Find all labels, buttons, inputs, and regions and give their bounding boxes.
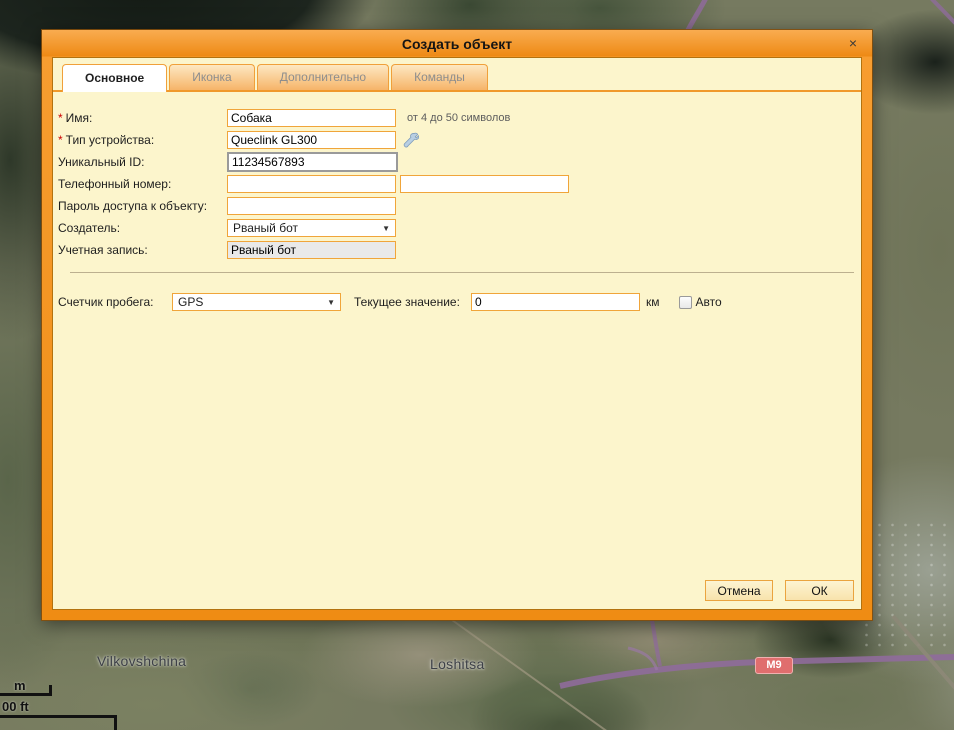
- required-asterisk: *: [58, 111, 63, 125]
- chevron-down-icon: ▼: [327, 298, 335, 307]
- auto-checkbox-label: Авто: [696, 295, 722, 309]
- km-unit-label: км: [646, 295, 660, 309]
- auto-checkbox[interactable]: [679, 296, 692, 309]
- dialog-title: Создать объект: [402, 36, 512, 52]
- dialog-titlebar[interactable]: Создать объект ×: [42, 30, 872, 57]
- dialog-body: Основное Иконка Дополнительно Команды *И…: [52, 57, 862, 610]
- name-label-text: Имя:: [66, 111, 93, 125]
- unique-id-label: Уникальный ID:: [58, 155, 227, 169]
- tab-additional[interactable]: Дополнительно: [257, 64, 389, 90]
- account-field: [227, 241, 396, 259]
- tab-commands[interactable]: Команды: [391, 64, 488, 90]
- current-value-label: Текущее значение:: [354, 295, 471, 309]
- device-type-row: *Тип устройства:: [58, 130, 861, 150]
- name-row: *Имя: от 4 до 50 символов: [58, 108, 861, 128]
- tab-bar: Основное Иконка Дополнительно Команды: [53, 58, 861, 92]
- phone-label: Телефонный номер:: [58, 177, 227, 191]
- map-label-loshitsa: Loshitsa: [430, 656, 485, 672]
- phone-input-1[interactable]: [227, 175, 396, 193]
- name-hint: от 4 до 50 символов: [407, 112, 510, 124]
- tab-icon[interactable]: Иконка: [169, 64, 255, 90]
- device-type-input[interactable]: [227, 131, 396, 149]
- create-object-dialog: Создать объект × Основное Иконка Дополни…: [42, 30, 872, 620]
- main-form: *Имя: от 4 до 50 символов *Тип устройств…: [53, 92, 861, 312]
- phone-input-2[interactable]: [400, 175, 569, 193]
- account-label: Учетная запись:: [58, 243, 227, 257]
- wrench-icon[interactable]: [402, 132, 419, 149]
- required-asterisk: *: [58, 133, 63, 147]
- creator-label: Создатель:: [58, 221, 227, 235]
- name-label: *Имя:: [58, 111, 227, 125]
- scale-imperial-line: [0, 715, 117, 718]
- current-value-input[interactable]: [471, 293, 640, 311]
- map-scale-bar: m 00 ft: [0, 678, 130, 730]
- chevron-down-icon: ▼: [382, 224, 390, 233]
- password-label: Пароль доступа к объекту:: [58, 199, 227, 213]
- mileage-counter-label: Счетчик пробега:: [58, 295, 172, 309]
- unique-id-input[interactable]: [227, 152, 398, 172]
- scale-metric-line: [0, 693, 52, 696]
- creator-row: Создатель: Рваный бот ▼: [58, 218, 861, 238]
- mileage-counter-select[interactable]: GPS ▼: [172, 293, 341, 311]
- phone-row: Телефонный номер:: [58, 174, 861, 194]
- creator-select-value: Рваный бот: [233, 221, 298, 235]
- section-divider: [70, 272, 854, 273]
- device-type-label: *Тип устройства:: [58, 133, 227, 147]
- road-badge-m9: M9: [755, 657, 793, 674]
- creator-select[interactable]: Рваный бот ▼: [227, 219, 396, 237]
- password-row: Пароль доступа к объекту:: [58, 196, 861, 216]
- account-row: Учетная запись:: [58, 240, 861, 260]
- scale-imperial-label: 00 ft: [2, 699, 29, 714]
- tab-main[interactable]: Основное: [62, 64, 167, 92]
- close-icon[interactable]: ×: [845, 35, 861, 51]
- unique-id-row: Уникальный ID:: [58, 152, 861, 172]
- cancel-button[interactable]: Отмена: [705, 580, 773, 601]
- mileage-row: Счетчик пробега: GPS ▼ Текущее значение:…: [58, 292, 861, 312]
- scale-metric-label: m: [14, 678, 26, 693]
- device-type-label-text: Тип устройства:: [66, 133, 155, 147]
- scale-imperial-tick: [114, 715, 117, 730]
- name-input[interactable]: [227, 109, 396, 127]
- scale-metric-tick: [49, 685, 52, 696]
- map-label-vilkovshchina: Vilkovshchina: [97, 653, 186, 669]
- mileage-counter-select-value: GPS: [178, 295, 203, 309]
- password-input[interactable]: [227, 197, 396, 215]
- ok-button[interactable]: ОК: [785, 580, 854, 601]
- dialog-buttons: Отмена ОК: [705, 580, 854, 601]
